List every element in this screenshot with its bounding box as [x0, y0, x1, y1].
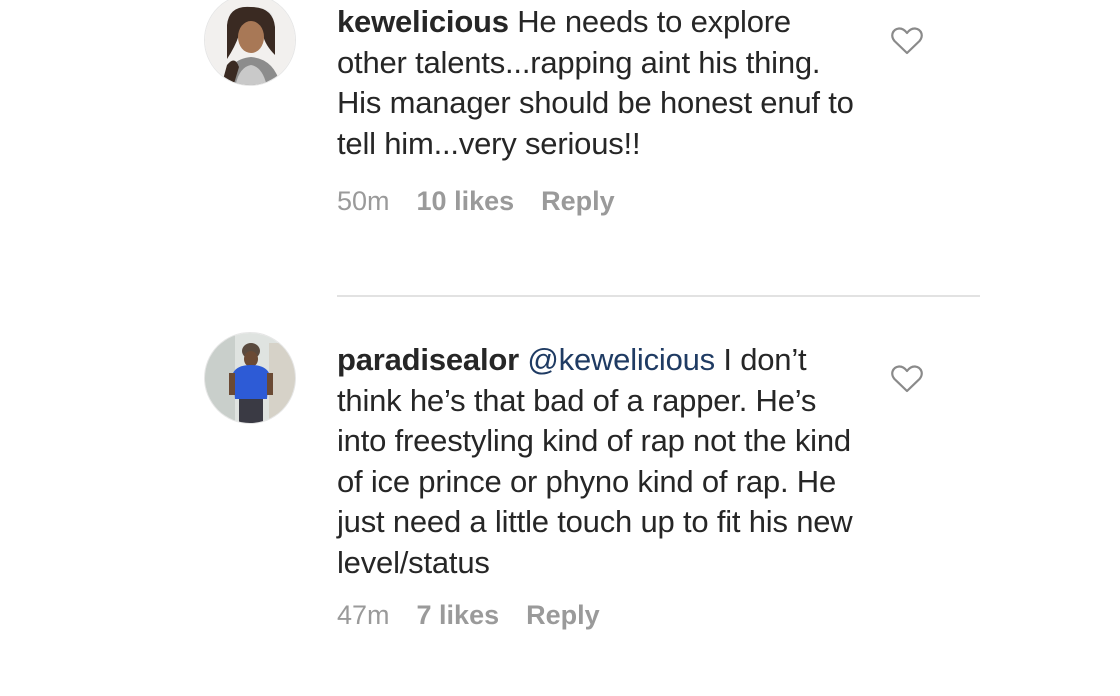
- comment-text: paradisealor @kewelicious I don’t think …: [337, 340, 867, 583]
- comment-likes-count[interactable]: 7 likes: [417, 600, 500, 631]
- comment-text: kewelicious He needs to explore other ta…: [337, 2, 867, 164]
- comments-list: kewelicious He needs to explore other ta…: [0, 0, 1120, 696]
- comment-timestamp: 47m: [337, 600, 390, 630]
- avatar[interactable]: [204, 0, 296, 86]
- comment-meta: 50m 10 likes Reply: [337, 186, 867, 217]
- comment-content: paradisealor @kewelicious I don’t think …: [337, 340, 867, 631]
- comment-mention[interactable]: @kewelicious: [519, 342, 715, 377]
- reply-button[interactable]: Reply: [541, 186, 615, 217]
- comment-divider: [337, 295, 980, 297]
- avatar[interactable]: [204, 332, 296, 424]
- avatar-photo: [205, 333, 295, 423]
- comment-content: kewelicious He needs to explore other ta…: [337, 2, 867, 217]
- comment-username[interactable]: kewelicious: [337, 4, 509, 39]
- avatar-photo: [205, 0, 295, 85]
- comment-timestamp: 50m: [337, 186, 390, 216]
- comment-username[interactable]: paradisealor: [337, 342, 519, 377]
- comment-meta: 47m 7 likes Reply: [337, 600, 867, 631]
- comment-message: I don’t think he’s that bad of a rapper.…: [337, 342, 853, 580]
- heart-outline-icon[interactable]: [890, 26, 924, 56]
- reply-button[interactable]: Reply: [526, 600, 600, 631]
- comment-likes-count[interactable]: 10 likes: [417, 186, 515, 217]
- heart-outline-icon[interactable]: [890, 364, 924, 394]
